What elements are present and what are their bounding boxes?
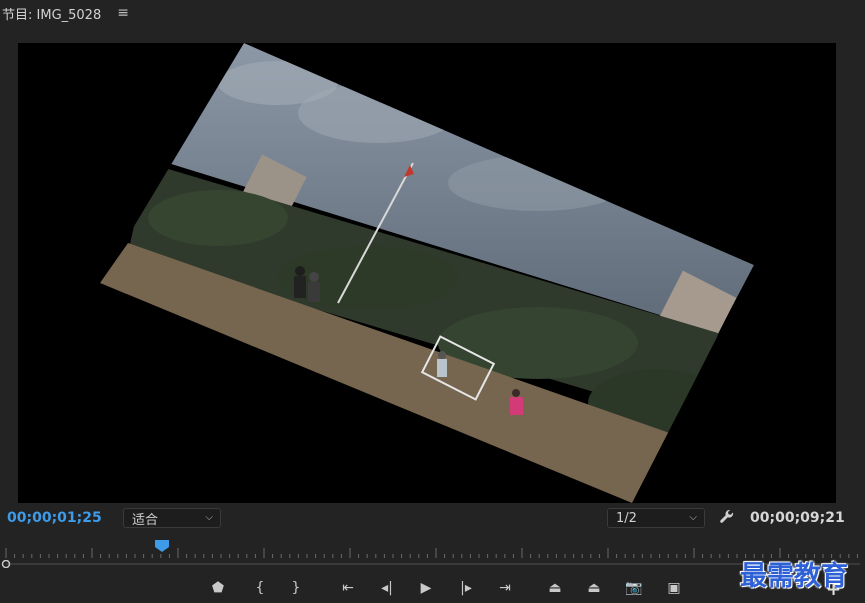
program-monitor [0, 26, 865, 506]
rotated-video-clip [100, 43, 754, 503]
duration-timecode: 00;00;09;21 [750, 510, 845, 526]
step-back-icon: ◂| [381, 580, 393, 596]
mark-in-button[interactable]: { [248, 578, 272, 598]
monitor-controls: 00;00;01;25 适合 ⌵ 1/2 ⌵ 00;00;09;21 [0, 506, 865, 532]
step-back-button[interactable]: ◂| [375, 578, 399, 598]
extract-button[interactable]: ⏏ [582, 578, 606, 598]
compare-icon: ▣ [667, 580, 681, 596]
step-forward-button[interactable]: |▸ [454, 578, 478, 598]
go-to-in-icon: ⇤ [342, 580, 354, 596]
play-icon: ▶ [420, 580, 432, 596]
go-to-in-button[interactable]: ⇤ [336, 578, 360, 598]
transport-controls: ⬟ {} ⇤ ◂| ▶ |▸ ⇥ ⏏ ⏏ 📷 ▣ [0, 572, 865, 603]
timeline-zoom-scrollbar[interactable] [0, 560, 865, 568]
panel-menu-icon[interactable]: ≡ [117, 5, 129, 21]
add-marker-button[interactable]: ⬟ [206, 578, 230, 598]
zoom-level-select[interactable]: 适合 ⌵ [123, 508, 221, 528]
panel-header: 节目: IMG_5028 ≡ [0, 0, 865, 26]
playback-resolution-select[interactable]: 1/2 ⌵ [607, 508, 705, 528]
resolution-value: 1/2 [616, 510, 637, 526]
lift-button[interactable]: ⏏ [543, 578, 567, 598]
mark-out-button[interactable]: } [284, 578, 308, 598]
compare-button[interactable]: ▣ [662, 578, 686, 598]
current-timecode[interactable]: 00;00;01;25 [7, 510, 102, 526]
step-forward-icon: |▸ [460, 580, 472, 596]
video-frame[interactable] [18, 43, 836, 503]
playhead-icon[interactable] [155, 540, 169, 552]
play-button[interactable]: ▶ [414, 578, 438, 598]
camera-icon: 📷 [625, 580, 643, 596]
go-to-out-button[interactable]: ⇥ [493, 578, 517, 598]
wrench-icon[interactable] [719, 509, 735, 529]
lift-icon: ⏏ [548, 580, 562, 596]
marker-icon: ⬟ [211, 580, 225, 596]
extract-icon: ⏏ [587, 580, 601, 596]
button-editor-plus-icon[interactable]: + [826, 579, 841, 600]
mark-in-icon: { [255, 580, 265, 596]
go-to-out-icon: ⇥ [499, 580, 511, 596]
zoom-level-value: 适合 [132, 512, 159, 528]
panel-title[interactable]: 节目: IMG_5028 [0, 4, 101, 23]
ruler-ticks [5, 548, 858, 558]
export-frame-button[interactable]: 📷 [622, 578, 646, 598]
time-ruler[interactable] [0, 532, 865, 572]
mark-out-icon: } [291, 580, 301, 596]
chevron-down-icon: ⌵ [205, 512, 213, 523]
chevron-down-icon: ⌵ [689, 512, 697, 523]
